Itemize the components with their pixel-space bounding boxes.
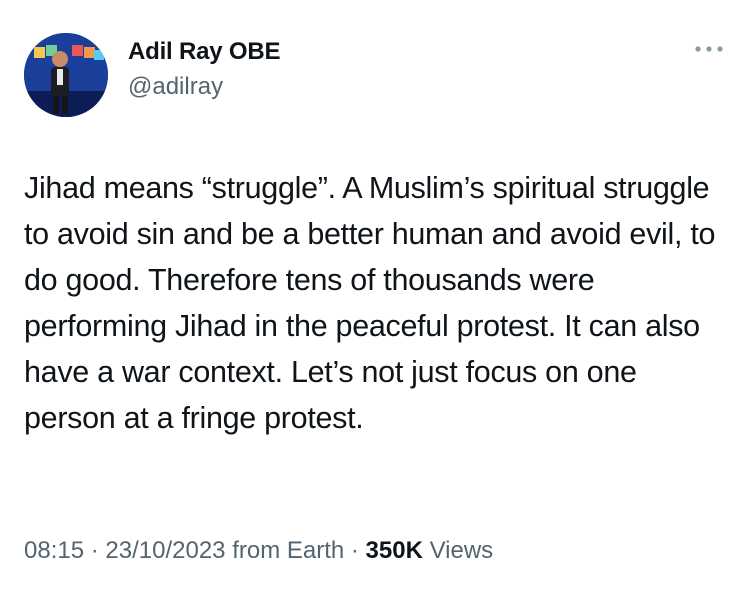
tweet-source: from Earth <box>232 537 345 564</box>
tweet-text: Jihad means “struggle”. A Muslim’s spiri… <box>24 171 724 435</box>
more-horizontal-icon[interactable] <box>694 43 724 55</box>
tweet-card: Adil Ray OBE @adilray Jihad means “strug… <box>0 0 750 593</box>
avatar-image <box>24 33 108 117</box>
tweet-metadata: 08:15 · 23/10/2023 from Earth · 350K Vie… <box>24 537 493 565</box>
profile-avatar[interactable] <box>24 33 108 117</box>
views-label[interactable]: Views <box>430 537 494 564</box>
meta-separator: · <box>344 537 366 564</box>
views-count[interactable]: 350K <box>366 537 423 564</box>
meta-separator: · <box>84 537 106 564</box>
tweet-date[interactable]: 23/10/2023 <box>105 537 225 564</box>
author-handle[interactable]: @adilray <box>128 73 223 101</box>
tweet-time[interactable]: 08:15 <box>24 537 84 564</box>
author-name[interactable]: Adil Ray OBE <box>128 38 281 66</box>
